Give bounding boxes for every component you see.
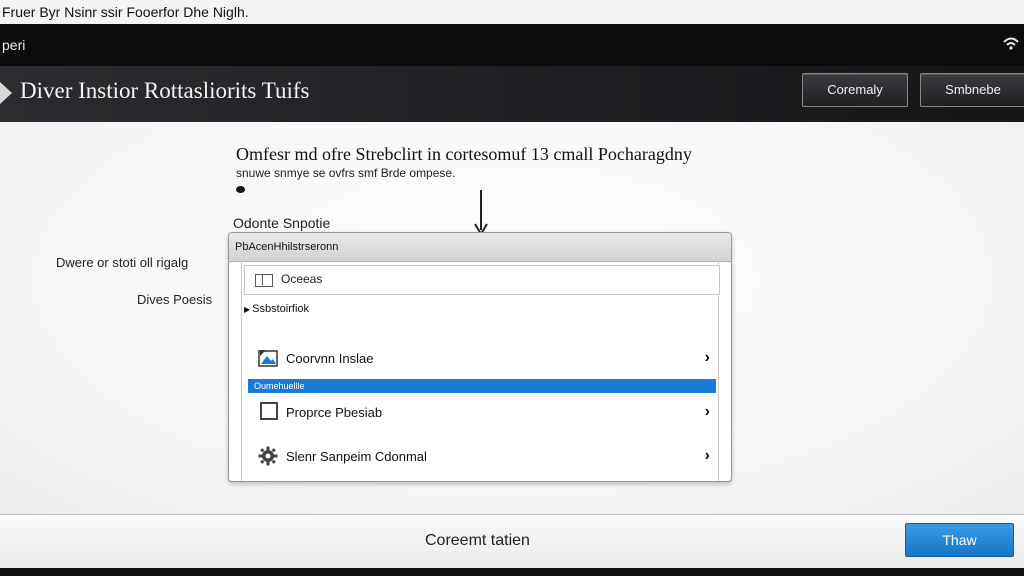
selected-highlight-bar[interactable]: Oumehuellle [248,379,716,393]
arrow-down-icon [474,190,488,236]
left-label-2: Dives Poesis [137,292,213,307]
options-label: Odonte Snpotie [233,215,331,231]
gear-icon [258,446,278,466]
options-panel: PbAcenHhilstrseronn ▶Ssbstoirfiok Coorvn… [228,232,732,482]
checkbox-icon[interactable] [260,402,278,420]
section-label[interactable]: ▶ Ssbstoirfiok [244,303,309,315]
menubar: peri [0,24,1024,66]
bullet-icon [236,186,245,193]
box-icon [255,274,273,287]
chevron-right-icon: › [704,349,710,366]
window-titlebar: Fruer Byr Nsinr ssir Fooerfor Dhe Niglh. [0,0,1024,24]
caret-right-icon: ▶ [244,305,251,314]
footer-label: Coreemt tatien [425,532,530,549]
header-button-1[interactable]: Coremaly [802,73,908,107]
wifi-icon[interactable] [1002,34,1020,52]
bottom-strip [0,568,1024,576]
list-item-label: Coorvnn Inslae [286,351,374,366]
chevron-right-icon: › [704,403,710,420]
app-icon [0,82,12,104]
panel-body: ▶Ssbstoirfiok Coorvnn Inslae › Oumehuell… [241,261,720,481]
menu-label[interactable]: peri [2,37,25,53]
section-label-text: Ssbstoirfiok [252,303,310,315]
list-item-2[interactable]: Proprce Pbesiab › [244,395,718,429]
chevron-right-icon: › [704,447,710,464]
image-icon [258,350,278,367]
list-item-label: Slenr Sanpeim Cdonmal [286,449,427,464]
header-button-2[interactable]: Smbnebe [920,73,1024,107]
list-item-label: Proprce Pbesiab [286,405,383,420]
window-title: Fruer Byr Nsinr ssir Fooerfor Dhe Niglh. [2,4,249,20]
description-line-2: snuwe snmye se ovfrs smf Brde ompese. [236,166,456,180]
search-box[interactable] [244,265,720,295]
footer-bar: Coreemt tatien Thaw [0,514,1024,569]
panel-header: PbAcenHhilstrseronn [229,233,731,262]
description-line-1: Omfesr md ofre Strebclirt in cortesomuf … [236,144,692,164]
search-input[interactable] [281,271,701,287]
list-item-3[interactable]: Slenr Sanpeim Cdonmal › [244,439,718,473]
left-label-1: Dwere or stoti oll rigalg [56,255,189,270]
list-item-1[interactable]: Coorvnn Inslae › [244,341,718,375]
primary-button[interactable]: Thaw [905,523,1014,557]
app-title: Diver Instior Rottasliorits Tuifs [20,78,310,103]
app-header: Diver Instior Rottasliorits Tuifs Corema… [0,66,1024,122]
main-content: Omfesr md ofre Strebclirt in cortesomuf … [0,122,1024,514]
